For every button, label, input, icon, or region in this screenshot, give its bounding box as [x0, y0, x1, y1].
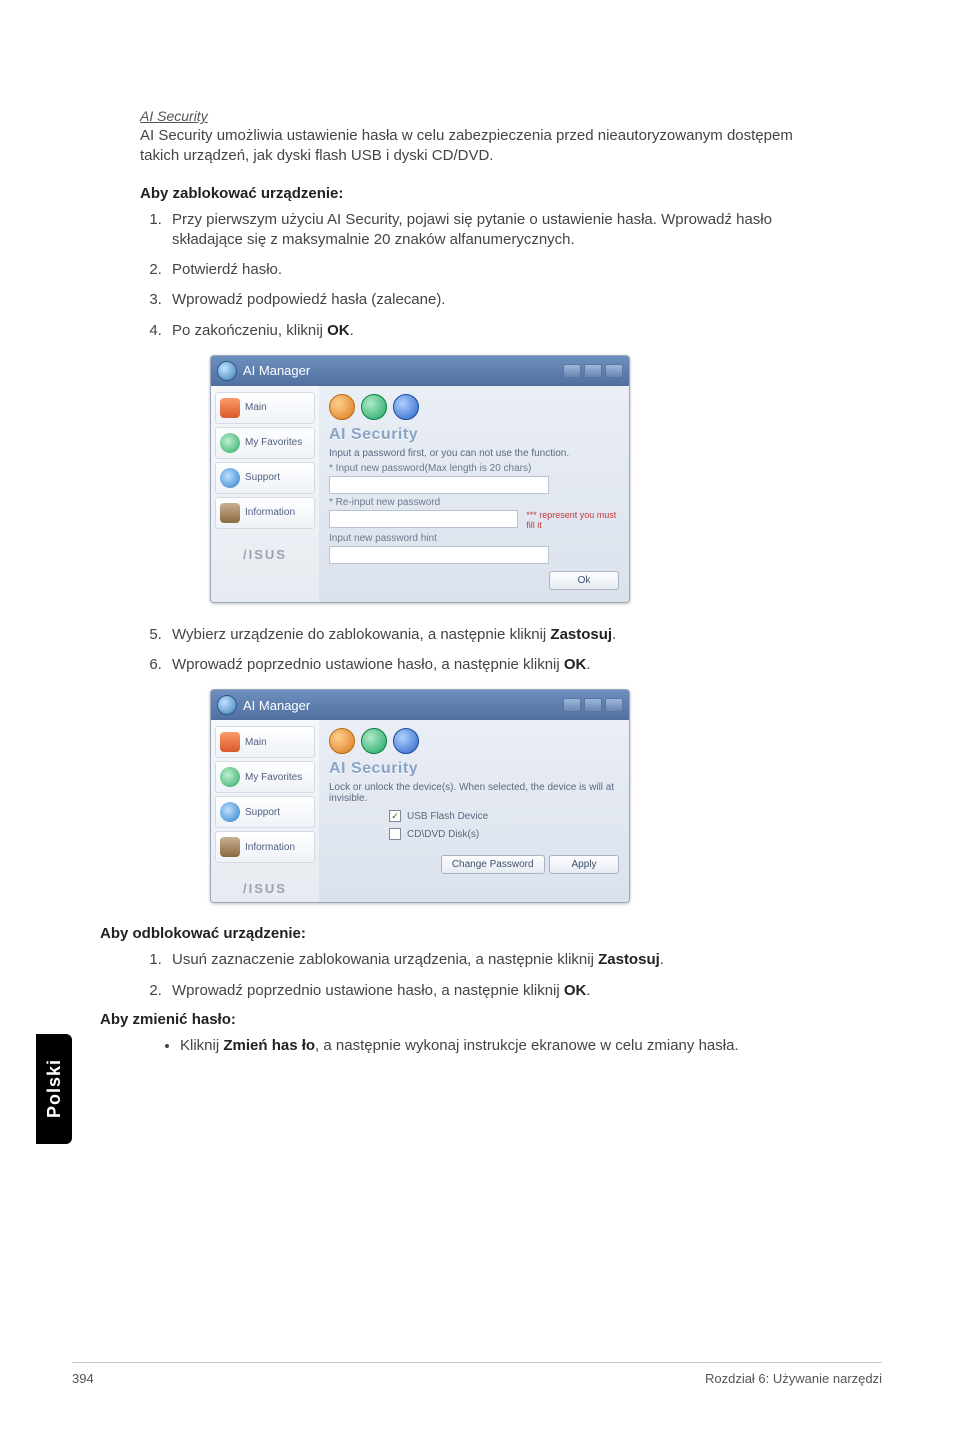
list-item: Usuń zaznaczenie zablokowania urządzenia… [166, 950, 820, 970]
close-icon[interactable] [605, 698, 623, 712]
list-item: Po zakończeniu, kliknij OK. [166, 321, 820, 341]
list-item: Wprowadź podpowiedź hasła (zalecane). [166, 290, 820, 310]
window-title: AI Manager [243, 363, 310, 378]
change-bullets: Kliknij Zmień has ło, a następnie wykona… [180, 1036, 820, 1056]
favorites-icon [220, 767, 240, 787]
lock-steps-continued: Wybierz urządzenie do zablokowania, a na… [166, 625, 820, 676]
information-icon [220, 837, 240, 857]
language-tab-label: Polski [44, 1059, 65, 1118]
change-heading: Aby zmienić hasło: [100, 1011, 820, 1028]
screenshot-ai-security-select-device: AI Manager Main My Favorites Support Inf… [210, 689, 630, 903]
maximize-icon[interactable] [584, 698, 602, 712]
sidebar-item-main[interactable]: Main [215, 726, 315, 758]
panel-hint: Lock or unlock the device(s). When selec… [329, 782, 619, 804]
unlock-heading: Aby odblokować urządzenie: [100, 925, 820, 942]
sidebar-item-information[interactable]: Information [215, 831, 315, 863]
app-logo-icon [217, 695, 237, 715]
toolbar [329, 394, 619, 420]
checkbox-label-cddvd: CD\DVD Disk(s) [407, 829, 479, 840]
sidebar-item-support[interactable]: Support [215, 462, 315, 494]
list-item: Wprowadź poprzednio ustawione hasło, a n… [166, 981, 820, 1001]
page-number: 394 [72, 1371, 94, 1386]
list-item: Wprowadź poprzednio ustawione hasło, a n… [166, 655, 820, 675]
panel-title: AI Security [329, 426, 619, 444]
lock-steps: Przy pierwszym użyciu AI Security, pojaw… [166, 210, 820, 341]
main-pane: AI Security Lock or unlock the device(s)… [319, 720, 629, 902]
window-controls [563, 364, 623, 378]
window-titlebar: AI Manager [211, 356, 629, 386]
tool-icon-3[interactable] [393, 728, 419, 754]
required-warning: *** represent you must fill it [526, 510, 619, 530]
page-footer: 394 Rozdział 6: Używanie narzędzi [72, 1362, 882, 1386]
sidebar-item-favorites[interactable]: My Favorites [215, 761, 315, 793]
sidebar: Main My Favorites Support Information /I… [211, 720, 319, 902]
window-title: AI Manager [243, 698, 310, 713]
sidebar-item-main[interactable]: Main [215, 392, 315, 424]
minimize-icon[interactable] [563, 364, 581, 378]
language-tab: Polski [36, 1034, 72, 1144]
screenshot-ai-security-set-password: AI Manager Main My Favorites Support Inf… [210, 355, 630, 603]
tool-icon-3[interactable] [393, 394, 419, 420]
tool-icon-1[interactable] [329, 394, 355, 420]
list-item: Wybierz urządzenie do zablokowania, a na… [166, 625, 820, 645]
tool-icon-2[interactable] [361, 728, 387, 754]
support-icon [220, 802, 240, 822]
sidebar-item-favorites[interactable]: My Favorites [215, 427, 315, 459]
information-icon [220, 503, 240, 523]
list-item: Potwierdź hasło. [166, 260, 820, 280]
sidebar: Main My Favorites Support Information /I… [211, 386, 319, 602]
reinput-password-input[interactable] [329, 510, 518, 528]
sidebar-item-information[interactable]: Information [215, 497, 315, 529]
checkbox-label-usb: USB Flash Device [407, 811, 488, 822]
new-password-input[interactable] [329, 476, 549, 494]
intro-paragraph: AI Security umożliwia ustawienie hasła w… [140, 126, 820, 167]
field-label-hint: Input new password hint [329, 533, 619, 544]
toolbar [329, 728, 619, 754]
list-item: Kliknij Zmień has ło, a następnie wykona… [180, 1036, 820, 1056]
chapter-label: Rozdział 6: Używanie narzędzi [705, 1371, 882, 1386]
checkbox-row-usb[interactable]: ✓ USB Flash Device [389, 810, 619, 822]
minimize-icon[interactable] [563, 698, 581, 712]
field-label-new-password: * Input new password(Max length is 20 ch… [329, 463, 619, 474]
ok-button[interactable]: Ok [549, 571, 619, 590]
checkbox-usb[interactable]: ✓ [389, 810, 401, 822]
tool-icon-1[interactable] [329, 728, 355, 754]
apply-button[interactable]: Apply [549, 855, 619, 874]
sidebar-item-support[interactable]: Support [215, 796, 315, 828]
brand-label: /ISUS [215, 881, 315, 896]
section-title: AI Security [140, 108, 820, 124]
main-icon [220, 732, 240, 752]
tool-icon-2[interactable] [361, 394, 387, 420]
favorites-icon [220, 433, 240, 453]
unlock-steps: Usuń zaznaczenie zablokowania urządzenia… [166, 950, 820, 1001]
close-icon[interactable] [605, 364, 623, 378]
window-titlebar: AI Manager [211, 690, 629, 720]
list-item: Przy pierwszym użyciu AI Security, pojaw… [166, 210, 820, 251]
support-icon [220, 468, 240, 488]
panel-hint: Input a password first, or you can not u… [329, 448, 619, 459]
panel-title: AI Security [329, 760, 619, 778]
window-controls [563, 698, 623, 712]
field-label-reinput: * Re-input new password [329, 497, 619, 508]
change-password-button[interactable]: Change Password [441, 855, 545, 874]
password-hint-input[interactable] [329, 546, 549, 564]
checkbox-cddvd[interactable] [389, 828, 401, 840]
lock-heading: Aby zablokować urządzenie: [140, 185, 820, 202]
brand-label: /ISUS [215, 547, 315, 562]
checkbox-row-cddvd[interactable]: CD\DVD Disk(s) [389, 828, 619, 840]
maximize-icon[interactable] [584, 364, 602, 378]
main-icon [220, 398, 240, 418]
main-pane: AI Security Input a password first, or y… [319, 386, 629, 602]
app-logo-icon [217, 361, 237, 381]
